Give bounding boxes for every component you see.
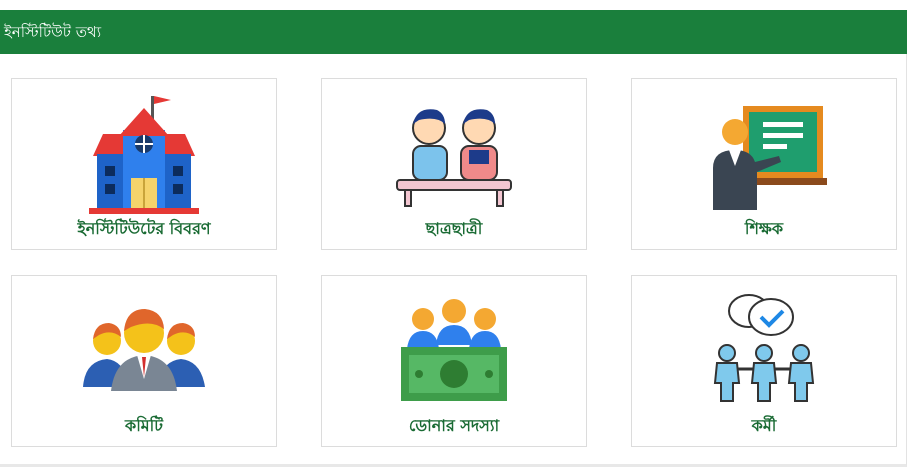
committee-icon (12, 282, 276, 414)
school-building-icon (12, 85, 276, 217)
card-staff[interactable]: কর্মী (631, 275, 897, 447)
card-label: শিক্ষক (744, 219, 784, 238)
staff-icon (632, 282, 896, 414)
card-committee[interactable]: কমিটি (11, 275, 277, 447)
card-institute-description[interactable]: ইনস্টিটিউটের বিবরণ (11, 78, 277, 250)
card-teacher[interactable]: শিক্ষক (631, 78, 897, 250)
teacher-icon (632, 85, 896, 217)
card-label: ছাত্রছাত্রী (425, 219, 483, 238)
card-label: কমিটি (125, 416, 163, 435)
students-icon (322, 85, 586, 217)
card-donor-members[interactable]: ডোনার সদস্যা (321, 275, 587, 447)
card-label: কর্মী (751, 416, 777, 435)
donor-members-icon (322, 282, 586, 414)
card-label: ইনস্টিটিউটের বিবরণ (77, 219, 211, 238)
card-students[interactable]: ছাত্রছাত্রী (321, 78, 587, 250)
card-label: ডোনার সদস্যা (408, 416, 500, 435)
panel-header: ইনস্টিটিউট তথ্য (0, 10, 907, 54)
